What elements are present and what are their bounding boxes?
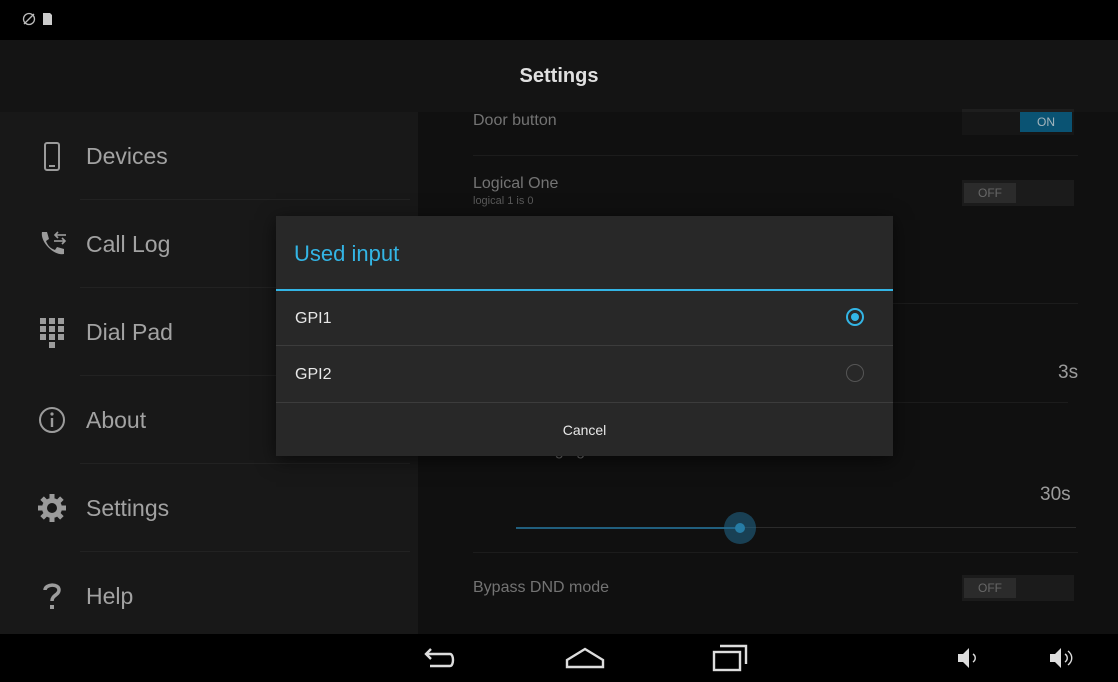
volume-down-icon[interactable] <box>946 640 990 676</box>
rotation-lock-icon <box>22 12 36 26</box>
back-icon[interactable] <box>418 640 462 676</box>
status-bar <box>0 0 1118 40</box>
dialog-title: Used input <box>294 241 400 266</box>
sd-card-icon <box>43 13 52 25</box>
page-title: Settings <box>519 65 599 87</box>
volume-up-icon[interactable] <box>1040 640 1084 676</box>
recent-apps-icon[interactable] <box>706 640 750 676</box>
radio-selected-icon[interactable] <box>846 308 864 326</box>
option-gpi2[interactable]: GPI2 <box>276 347 893 402</box>
radio-unselected-icon[interactable] <box>846 364 864 382</box>
used-input-dialog: Used input GPI1 GPI2 Cancel <box>276 216 893 456</box>
navigation-bar <box>0 634 1118 682</box>
option-label: GPI1 <box>295 310 332 327</box>
option-gpi1[interactable]: GPI1 <box>276 291 893 346</box>
home-icon[interactable] <box>563 640 607 676</box>
cancel-button[interactable]: Cancel <box>276 402 893 456</box>
option-label: GPI2 <box>295 366 332 383</box>
app-title-bar: Settings <box>0 40 1118 112</box>
divider <box>276 345 893 346</box>
